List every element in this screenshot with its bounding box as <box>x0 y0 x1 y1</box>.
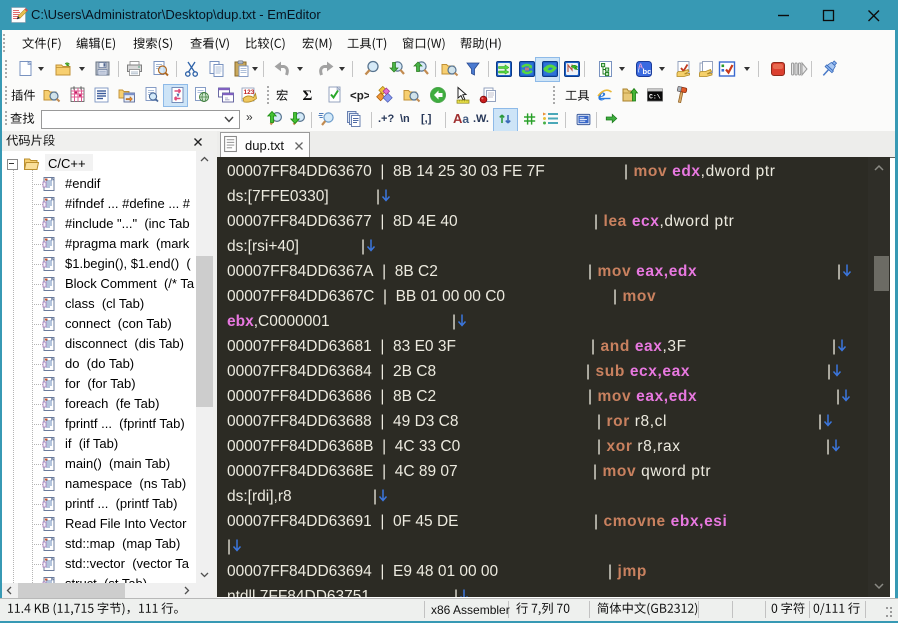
svg-text:123: 123 <box>244 89 255 96</box>
svg-text:Σ: Σ <box>303 88 313 104</box>
svg-text:<p>: <p> <box>350 91 369 103</box>
svg-text:bc: bc <box>643 67 652 76</box>
svg-text:C:\: C:\ <box>649 94 661 101</box>
